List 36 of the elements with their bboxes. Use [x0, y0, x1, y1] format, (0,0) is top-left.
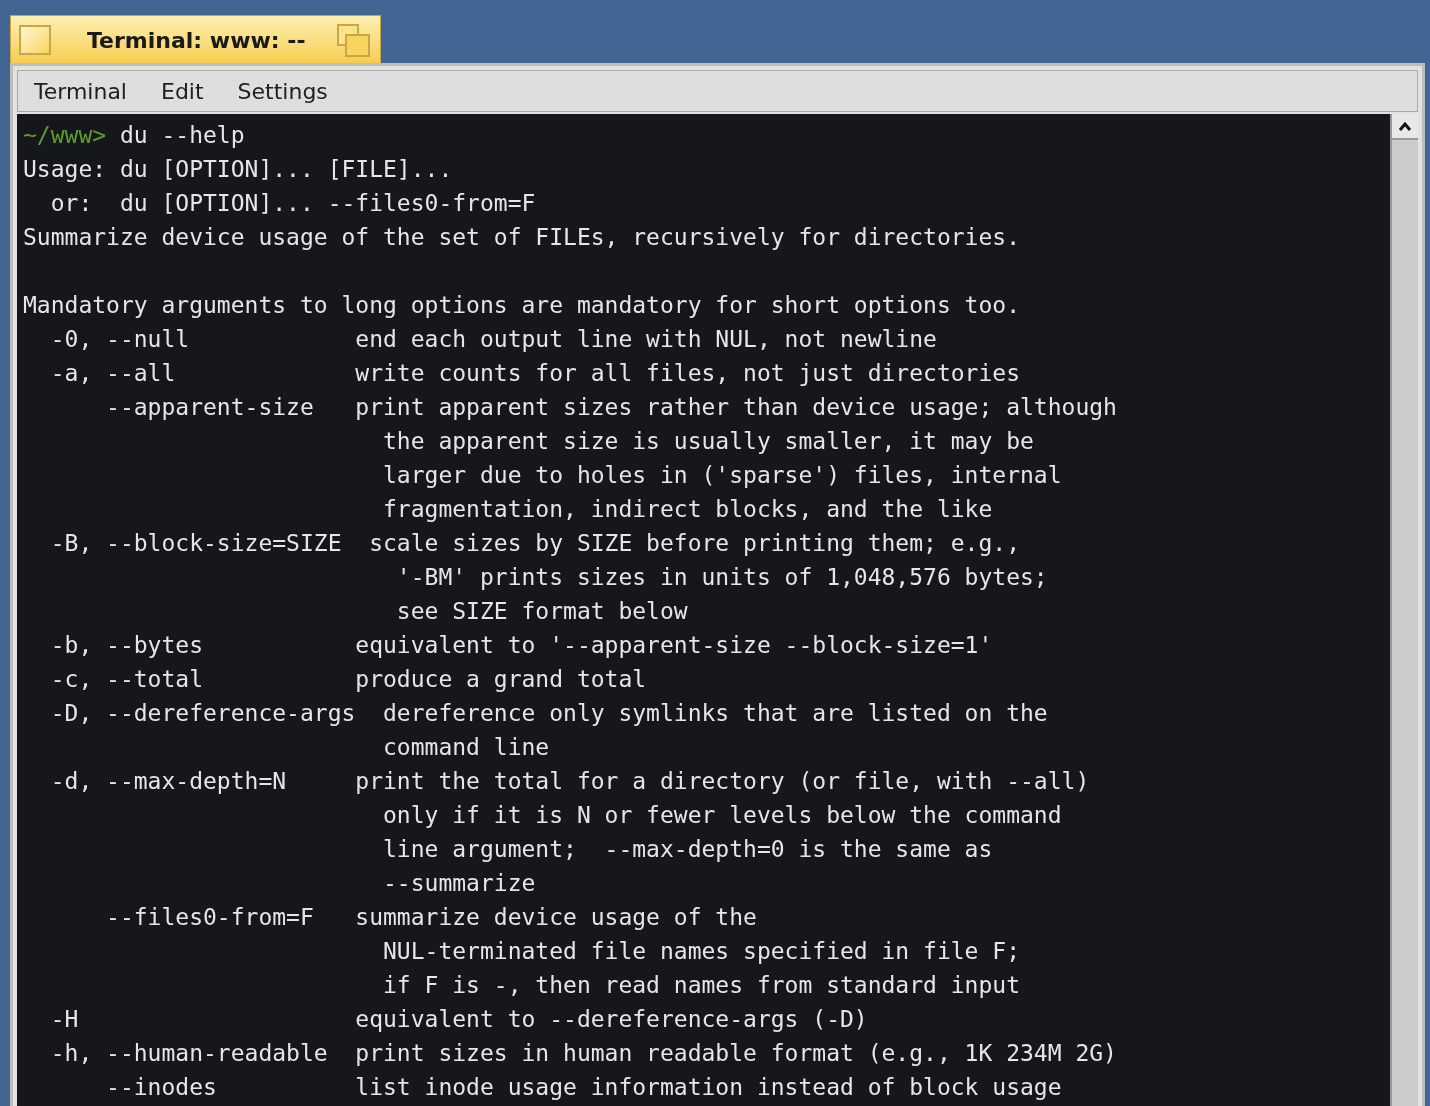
output-line: -d, --max-depth=N print the total for a directory (or file, with --all) — [49, 767, 1090, 796]
output-line: --apparent-size print apparent sizes rather than device usage; although — [105, 393, 1117, 422]
output-line: line argument; --max-depth=0 is the same as — [382, 835, 993, 864]
output-line: if F is -, then read names from standard input — [382, 971, 1020, 1000]
output-line: Summarize device usage of the set of FILEs, recursively for directories. — [23, 223, 1020, 252]
output-line: NUL-terminated file names specified in file F; — [382, 937, 1020, 966]
output-line: -h, --human-readable print sizes in human readable format (e.g., 1K 234M 2G) — [49, 1039, 1117, 1068]
window-title: Terminal: www: -- — [87, 26, 306, 55]
output-line: or: du [OPTION]... --files0-from=F — [49, 189, 536, 218]
output-line: Mandatory arguments to long options are mandatory for short options too. — [23, 291, 1020, 320]
output-line: -b, --bytes equivalent to '--apparent-size --block-size=1' — [49, 631, 993, 660]
maximize-icon[interactable] — [337, 23, 370, 57]
output-line: see SIZE format below — [395, 597, 688, 626]
output-line: -a, --all write counts for all files, not just directories — [49, 359, 1020, 388]
output-line: -H equivalent to --dereference-args (-D) — [49, 1005, 868, 1034]
output-line: -B, --block-size=SIZE scale sizes by SIZE before printing them; e.g., — [49, 529, 1020, 558]
output-line: the apparent size is usually smaller, it may be — [382, 427, 1034, 456]
output-line: --inodes list inode usage information instead of block usage — [105, 1073, 1062, 1102]
output-line: command line — [382, 733, 550, 762]
command-line: ~/www> du --help — [23, 121, 246, 150]
output-line: -c, --total produce a grand total — [49, 665, 647, 694]
output-line: Usage: du [OPTION]... [FILE]... — [23, 155, 453, 184]
scrollbar[interactable] — [1390, 114, 1418, 1106]
output-line: fragmentation, indirect blocks, and the like — [382, 495, 993, 524]
output-line: -D, --dereference-args dereference only symlinks that are listed on the — [49, 699, 1048, 728]
scroll-up-button[interactable] — [1392, 114, 1418, 140]
output-line: --files0-from=F summarize device usage of the — [105, 903, 757, 932]
output-line: only if it is N or fewer levels below the command — [382, 801, 1062, 830]
menu-item[interactable]: Settings — [237, 74, 328, 108]
output-line: '-BM' prints sizes in units of 1,048,576 bytes; — [395, 563, 1048, 592]
output-line: --summarize — [382, 869, 536, 898]
menu-item[interactable]: Edit — [161, 74, 204, 108]
menu-item[interactable]: Terminal — [34, 74, 127, 108]
output-line: larger due to holes in ('sparse') files, internal — [382, 461, 1062, 490]
window-menu-icon[interactable] — [19, 25, 51, 55]
output-line: -0, --null end each output line with NUL, not newline — [49, 325, 937, 354]
